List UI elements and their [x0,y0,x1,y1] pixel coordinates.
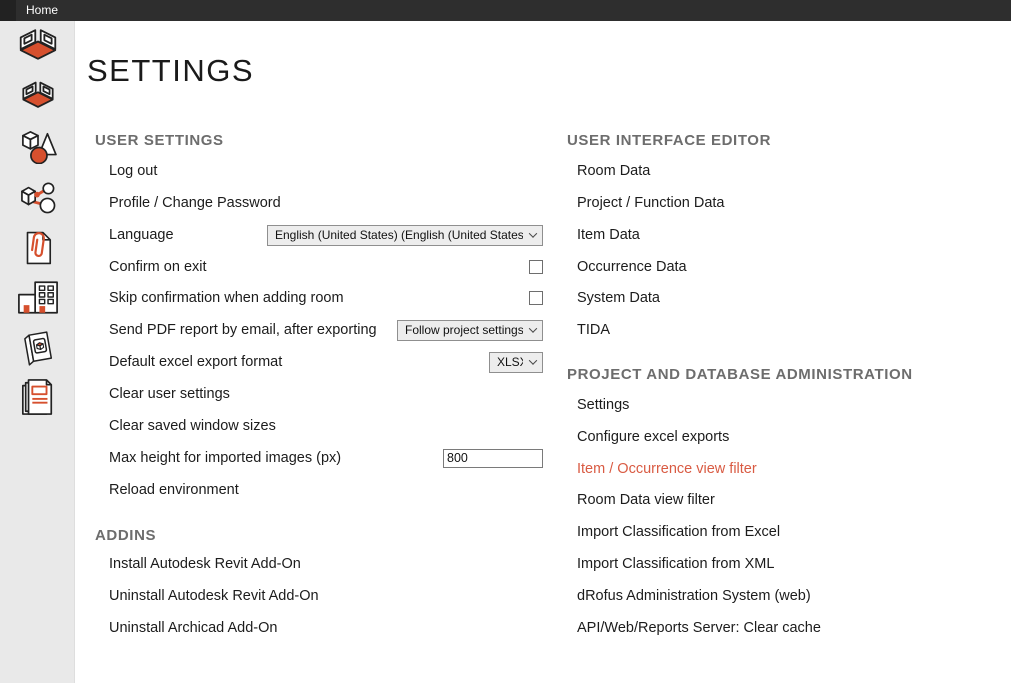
import-classification-excel-link[interactable]: Import Classification from Excel [577,524,780,540]
rooms-icon[interactable] [0,28,75,65]
buildings-icon[interactable] [0,280,75,315]
setting-row-clear-user: Clear user settings [109,383,543,405]
setting-row-max-height: Max height for imported images (px) [109,447,543,469]
skip-confirmation-checkbox[interactable] [529,291,543,305]
send-pdf-select-value: Follow project settings [405,323,523,337]
item-occurrence-view-filter-link[interactable]: Item / Occurrence view filter [577,461,757,477]
setting-row-language: Language English (United States) (Englis… [109,224,543,246]
item-data-link[interactable]: Item Data [577,227,640,243]
ui-editor-row: Item Data [577,224,1007,246]
api-web-reports-clear-cache-link[interactable]: API/Web/Reports Server: Clear cache [577,620,821,636]
admin-row: Room Data view filter [577,489,1007,511]
admin-settings-link[interactable]: Settings [577,397,629,413]
addin-row-install-revit: Install Autodesk Revit Add-On [109,553,543,575]
drofus-admin-system-web-link[interactable]: dRofus Administration System (web) [577,588,811,604]
chevron-down-icon [529,324,537,332]
language-select-value: English (United States) (English (United… [275,228,523,242]
setting-row-reload: Reload environment [109,479,543,501]
home-menu-tab[interactable]: Home [20,0,64,21]
section-header-user-settings: USER SETTINGS [95,132,224,149]
section-header-admin: PROJECT AND DATABASE ADMINISTRATION [567,366,913,383]
configure-excel-exports-link[interactable]: Configure excel exports [577,429,729,445]
items-icon[interactable] [0,130,75,164]
section-header-addins: ADDINS [95,527,156,544]
occurrence-data-link[interactable]: Occurrence Data [577,259,687,275]
language-label: Language [109,227,174,243]
setting-row-confirm-exit: Confirm on exit [109,256,543,278]
ui-editor-row: Project / Function Data [577,192,1007,214]
ui-editor-row: TIDA [577,319,1007,341]
setting-row-excel-format: Default excel export format XLSX [109,351,543,373]
excel-format-select-value: XLSX [497,355,523,369]
tida-link[interactable]: TIDA [577,322,610,338]
confirm-on-exit-checkbox[interactable] [529,260,543,274]
admin-row: Item / Occurrence view filter [577,458,1007,480]
ui-editor-row: System Data [577,287,1007,309]
product-data-icon[interactable] [0,329,75,367]
setting-row-skip-confirm: Skip confirmation when adding room [109,287,543,309]
systems-icon[interactable] [0,180,75,214]
setting-row-logout: Log out [109,160,543,182]
install-revit-addon-link[interactable]: Install Autodesk Revit Add-On [109,556,301,572]
ui-editor-row: Occurrence Data [577,256,1007,278]
room-data-view-filter-link[interactable]: Room Data view filter [577,492,715,508]
room-data-link[interactable]: Room Data [577,163,650,179]
admin-row: API/Web/Reports Server: Clear cache [577,617,1007,639]
addin-row-uninstall-revit: Uninstall Autodesk Revit Add-On [109,585,543,607]
uninstall-revit-addon-link[interactable]: Uninstall Autodesk Revit Add-On [109,588,319,604]
admin-row: Import Classification from XML [577,553,1007,575]
logout-link[interactable]: Log out [109,163,157,179]
system-data-link[interactable]: System Data [577,290,660,306]
project-function-data-link[interactable]: Project / Function Data [577,195,725,211]
attachments-icon[interactable] [0,228,75,268]
ui-editor-row: Room Data [577,160,1007,182]
section-header-ui-editor: USER INTERFACE EDITOR [567,132,771,149]
skip-confirmation-label: Skip confirmation when adding room [109,290,344,306]
admin-row: Import Classification from Excel [577,521,1007,543]
clear-saved-window-sizes-link[interactable]: Clear saved window sizes [109,418,276,434]
max-height-label: Max height for imported images (px) [109,450,341,466]
room-data-icon[interactable] [0,81,75,112]
window-corner [0,0,16,21]
send-pdf-select[interactable]: Follow project settings [397,320,543,341]
reload-environment-link[interactable]: Reload environment [109,482,239,498]
clear-user-settings-link[interactable]: Clear user settings [109,386,230,402]
uninstall-archicad-addon-link[interactable]: Uninstall Archicad Add-On [109,620,277,636]
addin-row-uninstall-archicad: Uninstall Archicad Add-On [109,617,543,639]
admin-row: Settings [577,394,1007,416]
chevron-down-icon [529,229,537,237]
language-select[interactable]: English (United States) (English (United… [267,225,543,246]
chevron-down-icon [529,356,537,364]
send-pdf-label: Send PDF report by email, after exportin… [109,322,377,338]
confirm-on-exit-label: Confirm on exit [109,259,207,275]
profile-change-password-link[interactable]: Profile / Change Password [109,195,281,211]
import-classification-xml-link[interactable]: Import Classification from XML [577,556,774,572]
admin-row: dRofus Administration System (web) [577,585,1007,607]
sidebar-nav [0,21,75,683]
settings-screen: Home [0,0,1011,683]
setting-row-profile: Profile / Change Password [109,192,543,214]
excel-format-select[interactable]: XLSX [489,352,543,373]
excel-format-label: Default excel export format [109,354,282,370]
setting-row-send-pdf: Send PDF report by email, after exportin… [109,319,543,341]
reports-icon[interactable] [0,377,75,417]
top-menu-bar: Home [0,0,1011,21]
setting-row-clear-windows: Clear saved window sizes [109,415,543,437]
max-height-input[interactable] [443,449,543,468]
admin-row: Configure excel exports [577,426,1007,448]
page-title: SETTINGS [87,53,254,89]
